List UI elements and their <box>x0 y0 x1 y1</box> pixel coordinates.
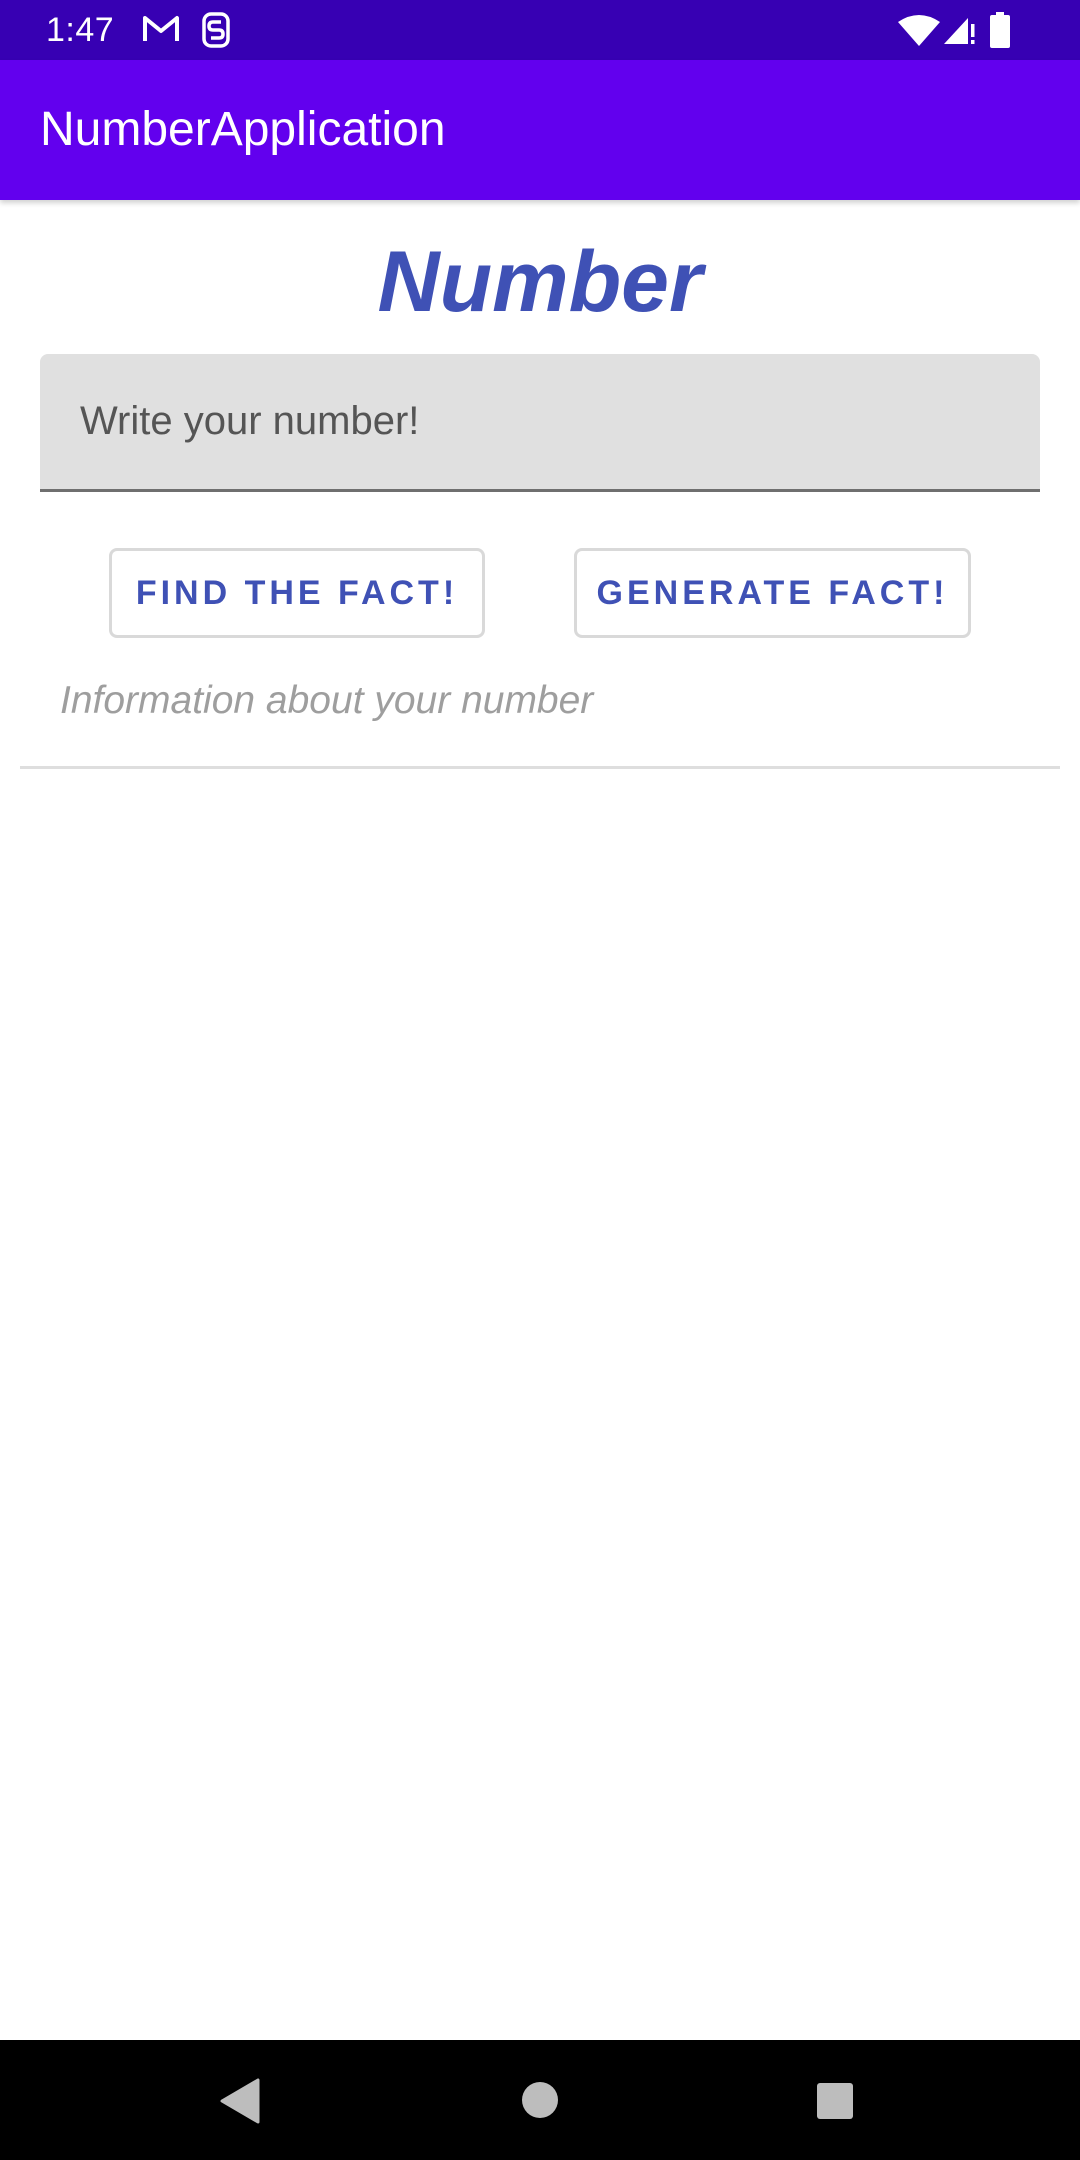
signal-icon <box>944 18 975 44</box>
back-icon[interactable] <box>218 2078 262 2124</box>
find-fact-button[interactable]: Find the fact! <box>109 548 485 638</box>
info-text: Information about your number <box>60 679 594 722</box>
recents-icon[interactable] <box>816 2082 854 2120</box>
wifi-icon <box>898 15 940 46</box>
divider <box>20 766 1060 769</box>
status-time: 1:47 <box>46 11 115 49</box>
s-notification-icon <box>202 12 230 48</box>
app-title: NumberApplication <box>40 103 446 156</box>
page-heading: Number <box>377 234 703 330</box>
generate-fact-button[interactable]: Generate fact! <box>574 548 971 638</box>
screen: 1:47 NumberApplication Number Find the f… <box>0 0 1080 2160</box>
app-bar: NumberApplication <box>0 60 1080 200</box>
battery-icon <box>990 12 1010 48</box>
gmail-icon <box>143 16 179 41</box>
status-bar: 1:47 <box>0 0 1080 60</box>
home-icon[interactable] <box>520 2080 560 2120</box>
navigation-bar <box>0 2040 1080 2160</box>
number-input[interactable] <box>40 354 1040 492</box>
